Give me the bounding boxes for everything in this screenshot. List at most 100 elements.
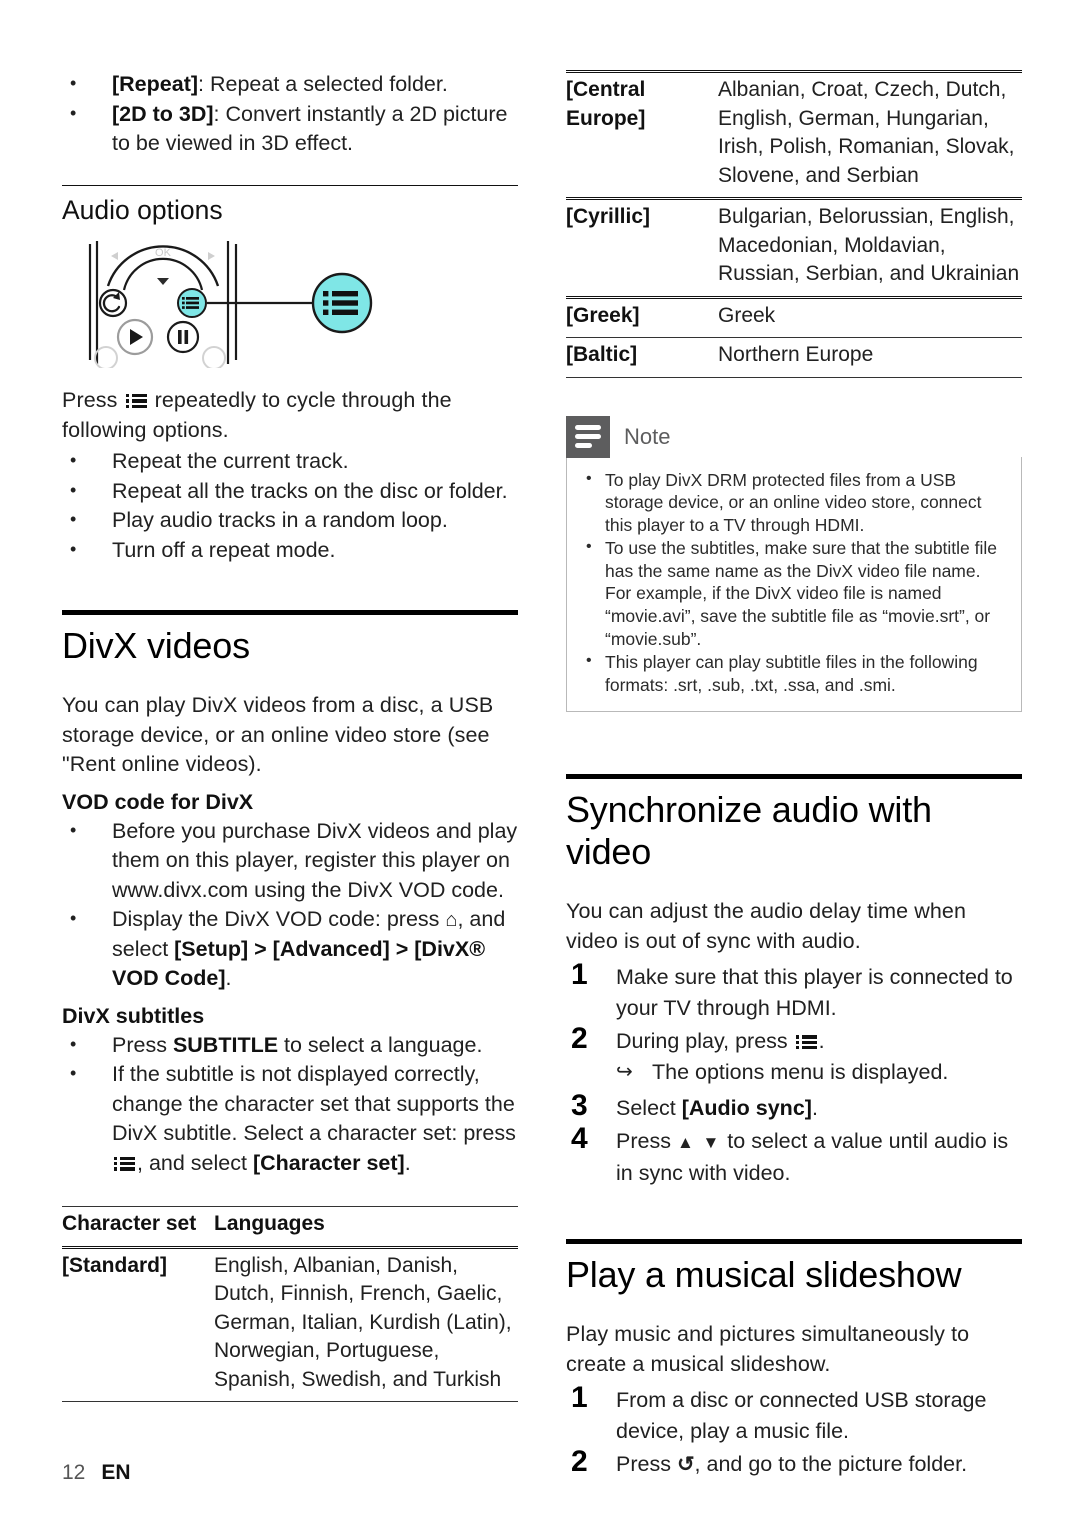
step-number: 4 <box>571 1122 588 1156</box>
section-rule <box>62 610 518 616</box>
step-item: 2 During play, press . ↪ The options menu… <box>566 1022 1022 1087</box>
option-description: : Repeat a selected folder. <box>198 72 448 96</box>
section-rule <box>566 1239 1022 1245</box>
note-item: To use the subtitles, make sure that the… <box>579 536 1007 650</box>
charset-menu-label: [Character set] <box>252 1150 405 1175</box>
section-rule <box>566 774 1022 780</box>
list-item: Repeat the current track. <box>62 446 518 477</box>
list-item: If the subtitle is not displayed correct… <box>62 1059 518 1178</box>
step-number: 2 <box>571 1445 588 1479</box>
charset-name: [Greek] <box>566 295 718 338</box>
charset-step-prefix: If the subtitle is not displayed correct… <box>112 1062 516 1146</box>
section-heading-musical-slideshow: Play a musical slideshow <box>566 1254 962 1296</box>
manual-page: [Repeat]: Repeat a selected folder. [2D … <box>0 0 1080 1527</box>
audio-options-list: Repeat the current track. Repeat all the… <box>62 446 518 565</box>
step-result-text: The options menu is displayed. <box>652 1060 949 1085</box>
slideshow-steps-list: 1 From a disc or connected USB storage d… <box>566 1381 1022 1480</box>
subtitle-step-prefix: Press <box>112 1032 173 1057</box>
page-footer: 12 EN <box>62 1461 131 1485</box>
right-column: [Central Europe] Albanian, Croat, Czech,… <box>566 70 1022 1482</box>
charset-languages: English, Albanian, Danish, Dutch, Finnis… <box>214 1245 518 1403</box>
list-item: Play audio tracks in a random loop. <box>62 505 518 536</box>
options-icon <box>795 1034 817 1050</box>
table-row: [Cyrillic] Bulgarian, Belorussian, Engli… <box>566 197 1022 297</box>
step-item: 1 From a disc or connected USB storage d… <box>566 1381 1022 1447</box>
table-row: [Baltic] Northern Europe <box>566 337 1022 378</box>
divider-rule <box>62 184 518 187</box>
table-header-row: Character set Languages <box>62 1206 518 1248</box>
note-icon <box>566 415 610 458</box>
step-text-suffix: . <box>811 1096 818 1121</box>
column-header-character-set: Character set <box>62 1206 214 1248</box>
charset-name: [Cyrillic] <box>566 197 718 297</box>
vod-step-prefix: Display the DivX VOD code: press <box>112 907 446 932</box>
step-text-prefix: During play, press <box>616 1029 794 1054</box>
list-item: Repeat all the tracks on the disc or fol… <box>62 476 518 507</box>
page-title: Audio options <box>62 195 223 226</box>
subheading-divx-subtitles: DivX subtitles <box>62 1003 205 1028</box>
column-header-languages: Languages <box>214 1206 518 1248</box>
list-item: Display the DivX VOD code: press ⌂, and … <box>62 904 518 994</box>
charset-languages: Northern Europe <box>718 337 1022 378</box>
note-header: Note <box>566 415 1022 458</box>
menu-option-label: [Audio sync] <box>681 1096 812 1121</box>
vod-bullet-list: Before you purchase DivX videos and play… <box>62 816 518 994</box>
step-text: Make sure that this player is connected … <box>616 965 1013 1021</box>
list-item: [Repeat]: Repeat a selected folder. <box>62 69 518 100</box>
arrow-icon: ↪ <box>616 1061 633 1084</box>
note-item: To play DivX DRM protected files from a … <box>579 468 1007 537</box>
divx-intro: You can play DivX videos from a disc, a … <box>62 693 494 777</box>
step-number: 3 <box>571 1089 588 1123</box>
remote-control-illustration: OK <box>88 241 373 371</box>
step-text-suffix: , and go to the picture folder. <box>694 1452 968 1477</box>
step-number: 1 <box>571 1381 588 1415</box>
left-column: [Repeat]: Repeat a selected folder. [2D … <box>62 69 518 1403</box>
slideshow-intro: Play music and pictures simultaneously t… <box>566 1322 970 1376</box>
sync-steps-list: 1 Make sure that this player is connecte… <box>566 958 1022 1189</box>
step-text-prefix: Select <box>616 1096 682 1121</box>
language-code: EN <box>101 1461 131 1484</box>
subtitle-step-suffix: to select a language. <box>278 1032 483 1057</box>
charset-name: [Standard] <box>62 1245 214 1403</box>
step-item: 3 Select [Audio sync]. <box>566 1089 1022 1124</box>
charset-name: [Central Europe] <box>566 70 718 199</box>
note-item: This player can play subtitle files in t… <box>579 650 1007 696</box>
charset-step-mid: , and select <box>137 1150 253 1175</box>
list-item: [2D to 3D]: Convert instantly a 2D pictu… <box>62 99 518 159</box>
audio-options-intro: Press repeatedly to cycle through the fo… <box>62 386 518 445</box>
step-number: 2 <box>571 1022 588 1056</box>
subheading-vod-code: VOD code for DivX <box>62 789 254 814</box>
step-text-prefix: Press <box>616 1129 677 1154</box>
options-icon <box>114 1156 135 1172</box>
section-heading-divx-videos: DivX videos <box>62 625 250 667</box>
step-text: From a disc or connected USB storage dev… <box>616 1388 987 1444</box>
divx-subtitles-list: Press SUBTITLE to select a language. If … <box>62 1030 518 1179</box>
charset-name: [Baltic] <box>566 337 718 378</box>
ok-button-label: OK <box>155 247 172 259</box>
note-title: Note <box>624 423 671 449</box>
vod-step-end: . <box>225 966 232 991</box>
step-number: 1 <box>571 958 588 992</box>
charset-languages: Bulgarian, Belorussian, English, Macedon… <box>718 197 1022 297</box>
remote-control-figure: OK <box>80 240 380 371</box>
option-label: [Repeat] <box>112 72 199 96</box>
charset-step-end: . <box>404 1150 411 1175</box>
up-down-arrows-icon: ▲ ▼ <box>676 1133 722 1153</box>
step-result: ↪ The options menu is displayed. <box>616 1057 1022 1087</box>
charset-languages: Greek <box>718 295 1022 338</box>
intro-prefix: Press <box>62 388 124 413</box>
step-text-prefix: Press <box>616 1452 677 1477</box>
sync-intro: You can adjust the audio delay time when… <box>566 899 967 953</box>
character-set-table-continued: [Central Europe] Albanian, Croat, Czech,… <box>566 70 1022 378</box>
option-label: [2D to 3D] <box>112 101 214 126</box>
page-number: 12 <box>62 1461 86 1484</box>
list-item: Before you purchase DivX videos and play… <box>62 816 518 906</box>
character-set-table: Character set Languages [Standard] Engli… <box>62 1206 518 1403</box>
two-column-layout: [Repeat]: Repeat a selected folder. [2D … <box>62 69 1022 1482</box>
home-icon: ⌂ <box>445 909 458 932</box>
step-item: 1 Make sure that this player is connecte… <box>566 958 1022 1024</box>
table-row: [Standard] English, Albanian, Danish, Du… <box>62 1245 518 1403</box>
top-bullet-list: [Repeat]: Repeat a selected folder. [2D … <box>62 69 518 159</box>
step-item: 4 Press ▲ ▼ to select a value until audi… <box>566 1122 1022 1189</box>
step-item: 2 Press ↺, and go to the picture folder. <box>566 1445 1022 1480</box>
